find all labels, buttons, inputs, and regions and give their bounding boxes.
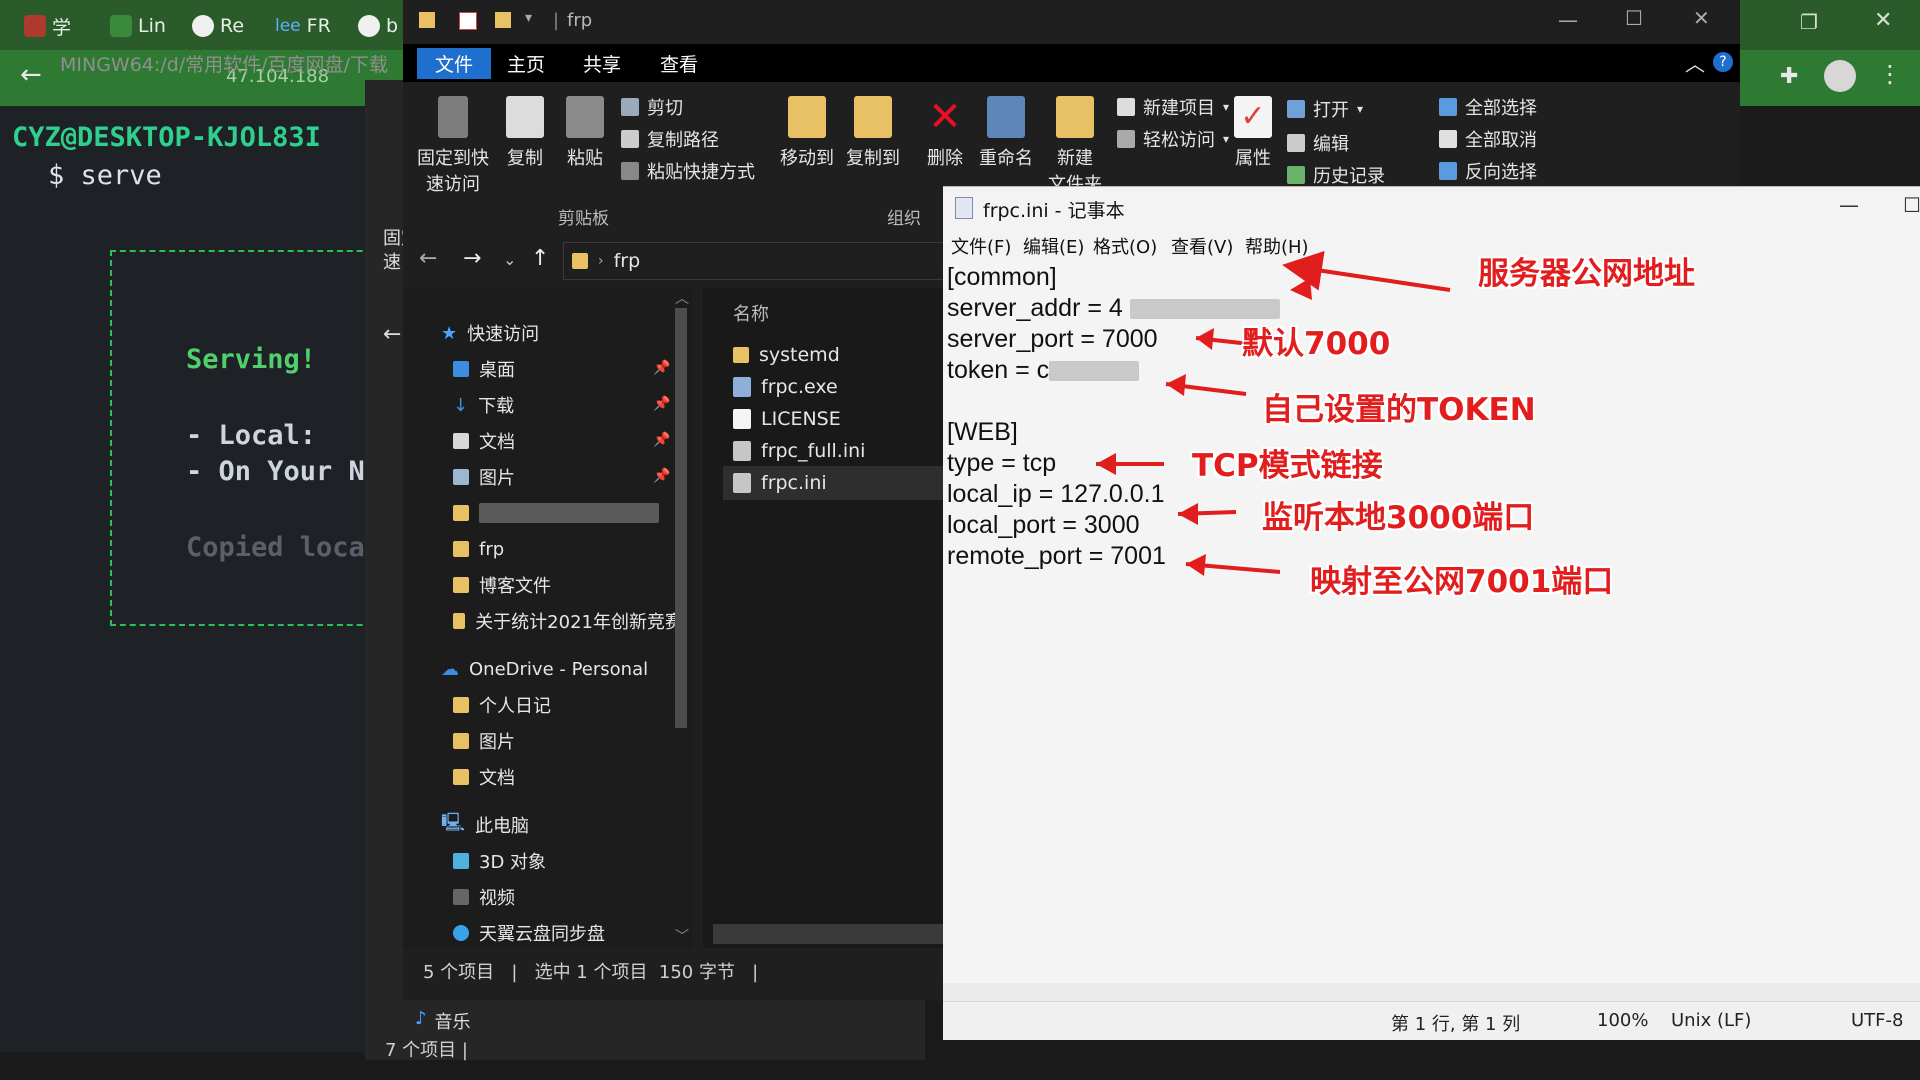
annotation-arrows <box>1096 250 1451 576</box>
annotation-type: TCP模式链接 <box>1192 448 1383 484</box>
annotation-server-addr: 服务器公网地址 <box>1478 256 1695 292</box>
annotation-token: 自己设置的TOKEN <box>1262 392 1536 428</box>
arrowhead-remote-port <box>1186 554 1206 576</box>
annotation-local-port: 监听本地3000端口 <box>1262 500 1535 536</box>
arrow-server-addr <box>1282 250 1451 292</box>
annotation-remote-port: 映射至公网7001端口 <box>1310 564 1614 600</box>
arrowhead-server-port <box>1196 328 1214 350</box>
arrowhead-token <box>1166 374 1186 396</box>
annotation-server-port: 默认7000 <box>1242 326 1391 362</box>
arrowhead-local-port <box>1178 503 1198 525</box>
arrowhead-type <box>1096 453 1116 475</box>
arrowhead-server-addr <box>1290 278 1312 300</box>
